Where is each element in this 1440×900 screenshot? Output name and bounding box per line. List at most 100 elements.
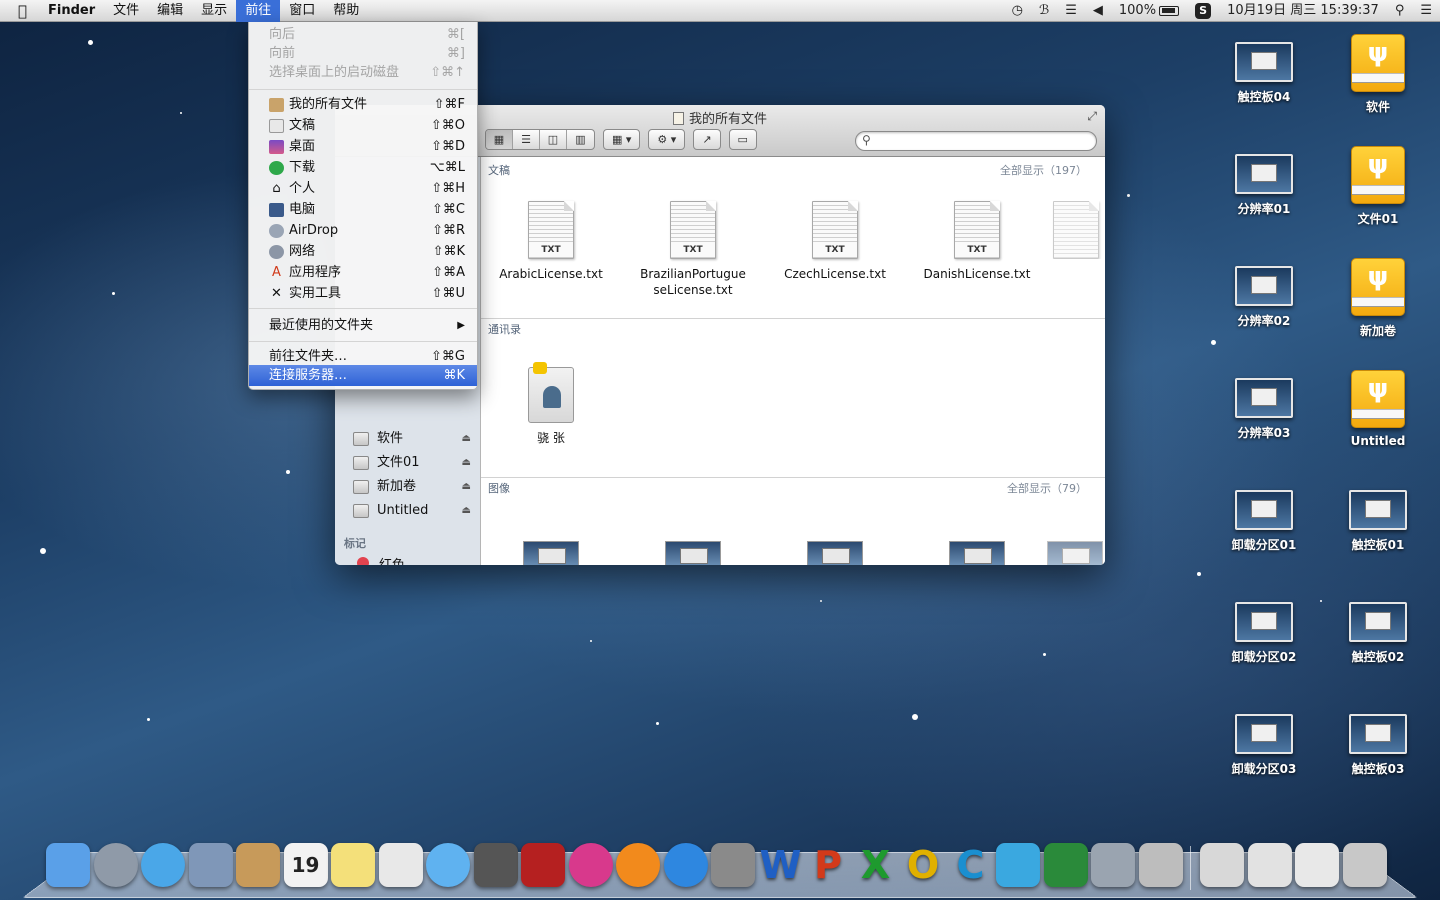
messenger-icon[interactable] (996, 843, 1040, 887)
desktop-item[interactable]: 触控板01 (1323, 490, 1433, 553)
word-icon[interactable]: W (759, 843, 803, 887)
file-item[interactable]: TXT DanishLicense.txt (912, 201, 1042, 282)
trash-icon[interactable] (1342, 843, 1387, 887)
cover-flow-button[interactable]: ▥ (567, 130, 594, 149)
menu-view[interactable]: 显示 (192, 0, 236, 22)
image-thumbnail[interactable] (807, 541, 863, 565)
file-item[interactable]: TXT CzechLicense.txt (770, 201, 900, 282)
menu-item-recent-folders[interactable]: 最近使用的文件夹 ▶ (249, 315, 477, 336)
menu-item-computer[interactable]: 电脑 ⇧⌘C (249, 199, 477, 220)
menu-finder[interactable]: Finder (39, 0, 104, 22)
image-thumbnail[interactable] (665, 541, 721, 565)
menu-item-connect-to-server[interactable]: 连接服务器… ⌘K (249, 365, 477, 386)
file-item[interactable]: TXT BrazilianPortugueseLicense.txt (628, 201, 758, 298)
desktop-item[interactable]: 分辨率01 (1209, 154, 1319, 217)
menu-item-airdrop[interactable]: AirDrop ⇧⌘R (249, 220, 477, 241)
menu-item-utilities[interactable]: ✕ 实用工具 ⇧⌘U (249, 283, 477, 304)
desktop-item[interactable]: 分辨率02 (1209, 266, 1319, 329)
list-view-button[interactable]: ☰ (513, 130, 540, 149)
menu-help[interactable]: 帮助 (324, 0, 368, 22)
satellite-icon[interactable] (1091, 843, 1135, 887)
tags-button[interactable]: ▭ (728, 129, 757, 150)
messages-icon[interactable] (426, 843, 470, 887)
file-stack-overflow[interactable] (1046, 201, 1105, 259)
documents-stack-icon[interactable] (1200, 843, 1244, 887)
menu-item-downloads[interactable]: 下载 ⌥⌘L (249, 157, 477, 178)
system-preferences-icon[interactable] (711, 843, 755, 887)
launchpad-icon[interactable] (93, 843, 138, 887)
desktop-item[interactable]: ψ 文件01 (1323, 146, 1433, 227)
menu-item-applications[interactable]: A 应用程序 ⇧⌘A (249, 262, 477, 283)
wifi-icon[interactable]: ☰ (1057, 0, 1085, 22)
mail-icon[interactable] (188, 843, 233, 887)
desktop-item[interactable]: 分辨率03 (1209, 378, 1319, 441)
globe-download-icon[interactable] (1043, 843, 1088, 887)
desktop-item[interactable]: 卸载分区03 (1209, 714, 1319, 777)
desktop-item[interactable]: 触控板02 (1323, 602, 1433, 665)
time-machine-icon[interactable]: ◷ (1004, 0, 1031, 22)
outlook-icon[interactable]: O (901, 843, 945, 887)
search-field[interactable]: ⚲ (855, 131, 1097, 151)
sidebar-item-software[interactable]: 软件 ⏏ (353, 429, 471, 449)
menu-go[interactable]: 前往 (236, 0, 281, 22)
itunes-icon[interactable] (568, 843, 613, 887)
menu-window[interactable]: 窗口 (280, 0, 324, 22)
bluetooth-icon[interactable]: ℬ (1031, 0, 1057, 22)
ibooks-icon[interactable] (616, 843, 660, 887)
sidebar-item-untitled[interactable]: Untitled ⏏ (353, 501, 471, 521)
share-button[interactable]: ↗ (693, 129, 721, 150)
eject-icon[interactable]: ⏏ (462, 501, 471, 521)
image-capture-icon[interactable] (1138, 843, 1183, 887)
menu-item-documents[interactable]: 文稿 ⇧⌘O (249, 115, 477, 136)
powerpoint-icon[interactable]: P (806, 843, 850, 887)
menu-item-desktop[interactable]: 桌面 ⇧⌘D (249, 136, 477, 157)
desktop-item[interactable]: ψ Untitled (1323, 370, 1433, 448)
desktop-item[interactable]: 触控板03 (1323, 714, 1433, 777)
menu-item-home[interactable]: ⌂ 个人 ⇧⌘H (249, 178, 477, 199)
screenshot-stack-icon[interactable] (1247, 843, 1292, 887)
menu-item-all-my-files[interactable]: 我的所有文件 ⇧⌘F (249, 94, 477, 115)
apple-menu-icon[interactable]:  (0, 0, 39, 22)
finder-icon[interactable] (46, 843, 90, 887)
app-store-icon[interactable] (663, 843, 708, 887)
arrange-button[interactable]: ▦ ▾ (603, 129, 641, 150)
icon-view-button[interactable]: ▦ (486, 130, 513, 149)
desktop-item[interactable]: 卸载分区01 (1209, 490, 1319, 553)
excel-icon[interactable]: X (854, 843, 898, 887)
volume-icon[interactable]: ◀ (1085, 0, 1111, 22)
eject-icon[interactable]: ⏏ (462, 453, 471, 473)
image-thumbnail[interactable] (523, 541, 579, 565)
eject-icon[interactable]: ⏏ (462, 429, 471, 449)
battery-status[interactable]: 100% (1111, 0, 1187, 22)
notes-icon[interactable] (331, 843, 375, 887)
eject-icon[interactable]: ⏏ (462, 477, 471, 497)
spotlight-icon[interactable]: ⚲ (1387, 0, 1413, 22)
desktop-item[interactable]: ψ 新加卷 (1323, 258, 1433, 339)
contacts-icon[interactable] (236, 843, 280, 887)
fullscreen-icon[interactable]: ⤢ (1087, 109, 1097, 124)
file-item[interactable]: TXT ArabicLicense.txt (486, 201, 616, 282)
notification-center-icon[interactable]: ☰ (1412, 0, 1440, 22)
show-all-images-link[interactable]: 全部显示（79） (1007, 479, 1087, 499)
photo-booth-icon[interactable] (521, 843, 565, 887)
skype-icon[interactable]: S (1187, 0, 1219, 22)
image-thumbnail[interactable] (949, 541, 1005, 565)
c-app-icon[interactable]: C (949, 843, 993, 887)
menu-edit[interactable]: 编辑 (148, 0, 192, 22)
sidebar-tag-red[interactable]: 红色 (357, 553, 405, 565)
sidebar-item-new-volume[interactable]: 新加卷 ⏏ (353, 477, 471, 497)
menu-item-startup-disk[interactable]: 选择桌面上的启动磁盘 ⇧⌘↑ (249, 62, 477, 83)
reminders-icon[interactable] (378, 843, 423, 887)
calendar-icon[interactable]: 19 (283, 843, 328, 887)
column-view-button[interactable]: ◫ (540, 130, 567, 149)
image-stack-overflow[interactable] (1047, 541, 1103, 565)
contact-item[interactable]: 骁 张 (486, 362, 616, 446)
menu-file[interactable]: 文件 (104, 0, 148, 22)
safari-icon[interactable] (141, 843, 185, 887)
desktop-item[interactable]: ψ 软件 (1323, 34, 1433, 115)
desktop-item[interactable]: 卸载分区02 (1209, 602, 1319, 665)
action-gear-button[interactable]: ⚙ ▾ (648, 129, 686, 150)
menu-item-back[interactable]: 向后 ⌘[ (249, 24, 477, 45)
desktop-item[interactable]: 触控板04 (1209, 42, 1319, 105)
menu-item-go-to-folder[interactable]: 前往文件夹… ⇧⌘G (249, 346, 477, 367)
